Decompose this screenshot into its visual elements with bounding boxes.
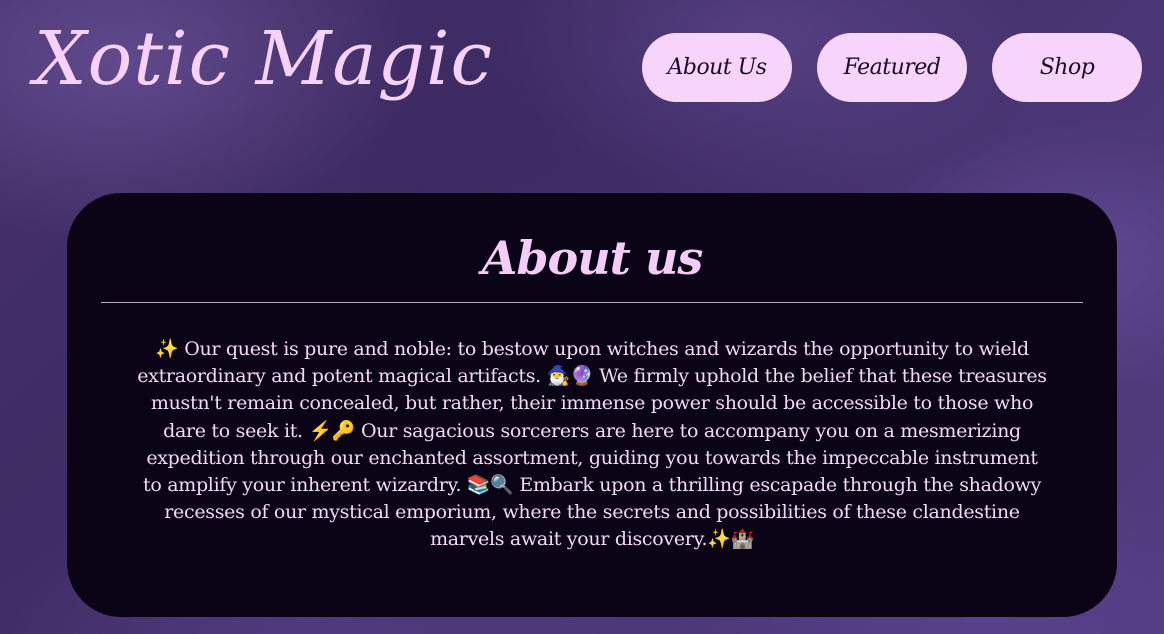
about-divider [101,302,1083,303]
site-logo[interactable]: Xotic Magic [34,4,493,114]
about-title: About us [481,231,704,285]
nav-featured-button[interactable]: Featured [817,33,967,102]
nav-shop-button[interactable]: Shop [992,33,1142,102]
nav-about-us-button[interactable]: About Us [642,33,792,102]
site-header: Xotic Magic About Us Featured Shop [0,0,1164,150]
about-description: ✨ Our quest is pure and noble: to bestow… [137,338,1047,551]
about-card: About us ✨ Our quest is pure and noble: … [67,193,1117,617]
main-nav: About Us Featured Shop [642,33,1142,102]
